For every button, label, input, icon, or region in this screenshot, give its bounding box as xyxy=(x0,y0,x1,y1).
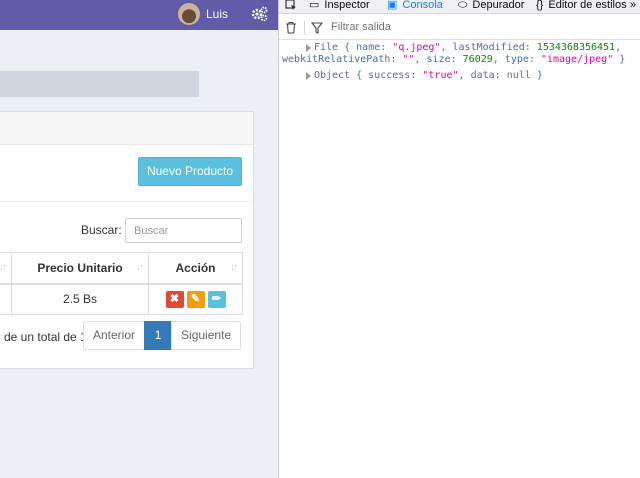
filter-output-input[interactable]: Filtrar salida xyxy=(331,21,391,33)
success-value: true xyxy=(428,70,453,81)
filter-icon xyxy=(311,22,323,34)
devtools-tabbar: ▭ Inspector ▣ Consola ⬭ Depurador {} Editor … xyxy=(279,0,640,14)
sort-icon: ↓↑ xyxy=(136,262,144,273)
tab-label: Consola xyxy=(402,0,443,11)
toolbar-separator xyxy=(304,21,305,35)
sort-icon: ↓↑ xyxy=(230,262,238,273)
app-pane: Luis Nuevo Producto Buscar: ↓↑ Precio Un… xyxy=(0,0,278,478)
table-row: 2.5 Bs ✖ ✎ ✏ xyxy=(0,283,243,315)
tab-console[interactable]: ▣ Consola xyxy=(387,0,443,12)
mime-value: image/jpeg xyxy=(546,54,608,65)
pagination-info: de un total de 1 xyxy=(4,330,84,344)
column-header-action[interactable]: Acción ↓↑ xyxy=(148,252,243,285)
column-header-partial[interactable]: ↓↑ xyxy=(0,252,12,285)
column-header-unit-price[interactable]: Precio Unitario ↓↑ xyxy=(11,252,149,285)
tab-style-editor[interactable]: {} Editor de estilos xyxy=(536,0,627,12)
console-toolbar: Filtrar salida xyxy=(279,16,640,40)
size-value: 76029 xyxy=(462,54,493,65)
edit-button[interactable]: ✎ xyxy=(186,290,205,308)
console-icon: ▣ xyxy=(387,0,398,11)
column-header-label: Acción xyxy=(175,260,216,275)
products-table: ↓↑ Precio Unitario ↓↑ Acción ↓↑ 2.5 Bs xyxy=(0,252,243,315)
unit-price-cell: 2.5 Bs xyxy=(11,283,149,315)
pencil-icon: ✏ xyxy=(211,292,222,305)
object-type: File xyxy=(314,42,339,53)
pagination: Anterior 1 Siguiente xyxy=(83,321,242,350)
modify-button[interactable]: ✏ xyxy=(207,290,226,308)
breadcrumb-bar xyxy=(0,71,199,97)
tab-label: Inspector xyxy=(324,0,370,11)
more-tabs-button[interactable]: » xyxy=(630,0,636,12)
box-header xyxy=(0,112,253,145)
delete-button[interactable]: ✖ xyxy=(165,290,184,308)
top-navbar: Luis xyxy=(0,0,278,30)
table-header-row: ↓↑ Precio Unitario ↓↑ Acción ↓↑ xyxy=(0,252,243,285)
search-label: Buscar: xyxy=(81,223,122,237)
expand-twisty-icon[interactable] xyxy=(306,72,311,80)
tab-inspector[interactable]: ▭ Inspector xyxy=(309,0,370,12)
last-modified-value: 1534368356451 xyxy=(536,42,616,53)
debugger-icon: ⬭ xyxy=(458,0,468,11)
table-cell xyxy=(0,283,12,315)
page-1-button[interactable]: 1 xyxy=(144,321,173,350)
devtools-pane: ▭ Inspector ▣ Consola ⬭ Depurador {} Editor … xyxy=(278,0,640,478)
next-page-button[interactable]: Siguiente xyxy=(171,321,242,350)
console-output: File { name: "q.jpeg", lastModified: 153… xyxy=(279,42,640,82)
expand-twisty-icon[interactable] xyxy=(306,44,311,52)
user-avatar[interactable] xyxy=(178,3,200,25)
products-box: Nuevo Producto Buscar: ↓↑ Precio Unitari… xyxy=(0,111,254,369)
console-message[interactable]: File { name: "q.jpeg", lastModified: 153… xyxy=(279,42,640,66)
gears-icon[interactable] xyxy=(250,5,268,23)
tab-label: Depurador xyxy=(472,0,525,11)
close-icon: ✖ xyxy=(169,292,180,305)
braces-icon: {} xyxy=(536,0,544,11)
sort-icon: ↓↑ xyxy=(0,262,7,273)
pick-element-icon[interactable] xyxy=(285,0,297,11)
wrench-icon: ✎ xyxy=(190,292,201,305)
file-name-value: q.jpeg xyxy=(398,42,435,53)
data-value: null xyxy=(506,70,531,81)
search-input[interactable] xyxy=(125,218,242,243)
console-message[interactable]: Object { success: "true", data: null } xyxy=(279,70,640,82)
column-header-label: Precio Unitario xyxy=(37,260,123,275)
tab-label: Editor de estilos xyxy=(548,0,627,11)
new-product-button[interactable]: Nuevo Producto xyxy=(138,157,242,186)
user-name[interactable]: Luis xyxy=(206,7,228,21)
inspector-icon: ▭ xyxy=(309,0,320,11)
tab-debugger[interactable]: ⬭ Depurador xyxy=(458,0,524,12)
object-type: Object xyxy=(314,70,351,81)
divider xyxy=(0,201,253,202)
prev-page-button[interactable]: Anterior xyxy=(83,321,146,350)
action-cell: ✖ ✎ ✏ xyxy=(148,283,243,315)
trash-icon[interactable] xyxy=(285,21,297,34)
